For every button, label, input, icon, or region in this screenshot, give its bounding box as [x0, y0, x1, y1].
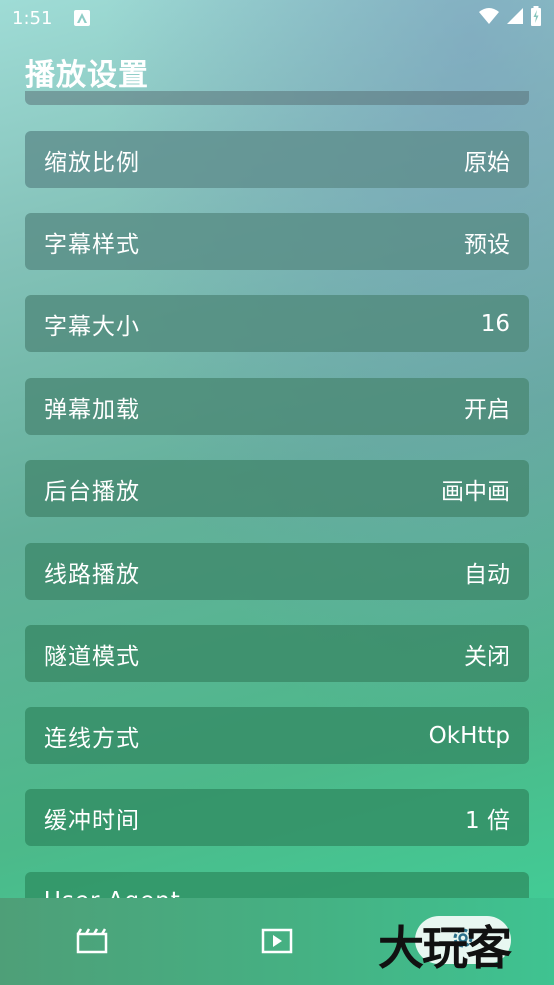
wifi-icon [478, 7, 500, 29]
battery-charging-icon [530, 6, 542, 30]
setting-tunnel-mode[interactable]: 隧道模式 关闭 [25, 625, 529, 682]
setting-value: 开启 [464, 396, 510, 423]
setting-value: OkHttp [428, 722, 510, 749]
setting-label: 隧道模式 [44, 643, 140, 670]
settings-list[interactable]: 缩放比例 原始 字幕样式 预设 字幕大小 16 弹幕加载 开启 后台播放 画中画… [0, 91, 554, 898]
status-bar: 1:51 [0, 0, 554, 36]
setting-label: 缓冲时间 [44, 807, 140, 834]
setting-value: 画中画 [441, 478, 510, 505]
setting-value: 原始 [464, 149, 510, 176]
play-box-icon[interactable] [259, 926, 295, 956]
watermark-logo: 大玩客 [378, 921, 512, 975]
setting-label: 连线方式 [44, 725, 140, 752]
setting-label: 字幕大小 [44, 313, 140, 340]
setting-label: 后台播放 [44, 478, 140, 505]
setting-value: 1 倍 [465, 807, 510, 834]
status-time: 1:51 [12, 7, 53, 29]
setting-subtitle-size[interactable]: 字幕大小 16 [25, 295, 529, 352]
setting-scale[interactable]: 缩放比例 原始 [25, 131, 529, 188]
signal-icon [506, 7, 524, 29]
setting-background-play[interactable]: 后台播放 画中画 [25, 460, 529, 517]
setting-label: 线路播放 [44, 561, 140, 588]
setting-label: 弹幕加载 [44, 396, 140, 423]
status-icons [478, 6, 542, 30]
setting-label: User-Agent [44, 888, 181, 898]
setting-user-agent[interactable]: User-Agent [25, 872, 529, 898]
setting-danmaku[interactable]: 弹幕加载 开启 [25, 378, 529, 435]
clapperboard-icon[interactable] [74, 926, 110, 956]
setting-label: 字幕样式 [44, 231, 140, 258]
status-left: 1:51 [12, 7, 91, 29]
setting-line-play[interactable]: 线路播放 自动 [25, 543, 529, 600]
page-title: 播放设置 [25, 58, 149, 93]
setting-buffer-time[interactable]: 缓冲时间 1 倍 [25, 789, 529, 846]
settings-row-partial[interactable] [25, 91, 529, 105]
setting-value: 预设 [464, 231, 510, 258]
setting-subtitle-style[interactable]: 字幕样式 预设 [25, 213, 529, 270]
a-letter-icon [74, 10, 91, 26]
setting-value: 16 [480, 310, 510, 337]
setting-label: 缩放比例 [44, 149, 140, 176]
setting-value: 关闭 [464, 643, 510, 670]
setting-value: 自动 [464, 561, 510, 588]
setting-connection[interactable]: 连线方式 OkHttp [25, 707, 529, 764]
